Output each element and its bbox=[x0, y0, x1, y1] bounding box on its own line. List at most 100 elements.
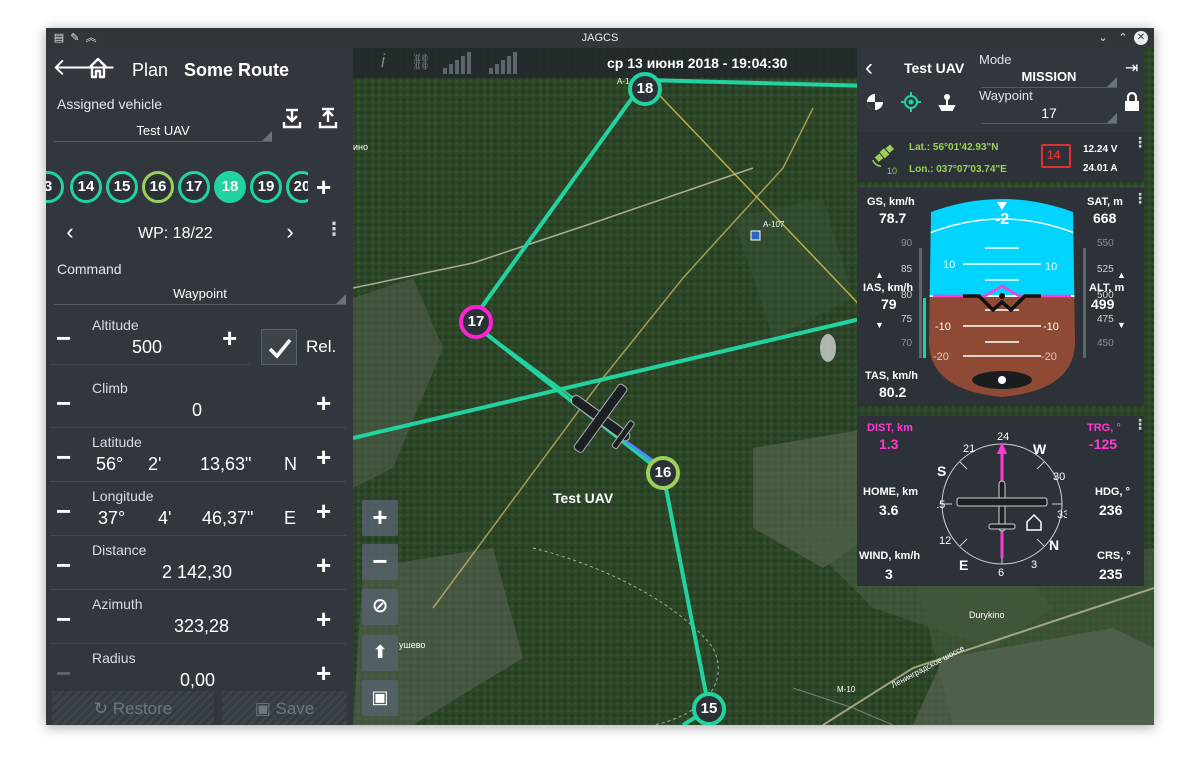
save-label: Save bbox=[275, 699, 315, 718]
waypoint-button[interactable]: 3 bbox=[46, 171, 64, 203]
save-button[interactable]: ▣ Save bbox=[222, 691, 347, 725]
climb-increment[interactable]: + bbox=[316, 390, 331, 416]
restore-button[interactable]: ↻ Restore bbox=[52, 691, 214, 725]
info-icon[interactable]: i bbox=[381, 51, 385, 72]
altitude-increment[interactable]: + bbox=[222, 325, 237, 351]
link-icon[interactable]: ⛓ bbox=[411, 52, 431, 72]
north-up-button[interactable]: ⬆ bbox=[362, 635, 398, 671]
map-waypoint-marker-target[interactable]: 17 bbox=[459, 305, 493, 339]
compass-mark: W bbox=[1033, 441, 1047, 457]
alt-tick: 550 bbox=[1097, 238, 1114, 249]
climb-value[interactable]: 0 bbox=[192, 400, 202, 421]
download-mission-icon[interactable] bbox=[280, 106, 304, 130]
speed-tick: 80 bbox=[901, 290, 913, 301]
speed-tick: 90 bbox=[901, 238, 913, 249]
azimuth-decrement[interactable]: − bbox=[56, 606, 71, 632]
map-waypoint-marker[interactable]: 18 bbox=[628, 72, 662, 106]
longitude-degrees[interactable]: 37° bbox=[98, 508, 125, 529]
distance-decrement[interactable]: − bbox=[56, 552, 71, 578]
waypoint-button-selected[interactable]: 18 bbox=[214, 171, 246, 203]
distance-increment[interactable]: + bbox=[316, 552, 331, 578]
place-label: ушево bbox=[399, 640, 425, 650]
mission-target-icon[interactable] bbox=[865, 92, 885, 112]
radius-increment[interactable]: + bbox=[316, 660, 331, 686]
waypoint-button[interactable]: 17 bbox=[178, 171, 210, 203]
azimuth-increment[interactable]: + bbox=[316, 606, 331, 632]
waypoint-button[interactable]: 14 bbox=[70, 171, 102, 203]
home-icon[interactable] bbox=[86, 56, 110, 80]
map-waypoint-marker-current[interactable]: 16 bbox=[646, 456, 680, 490]
prev-waypoint-icon[interactable]: ‹ bbox=[58, 220, 82, 244]
waypoint-button[interactable]: 19 bbox=[250, 171, 282, 203]
next-waypoint-icon[interactable]: › bbox=[278, 220, 302, 244]
longitude-hemisphere[interactable]: E bbox=[284, 508, 296, 529]
app-window: ▤ ✎ ︽ JAGCS ⌄ ⌃ ✕ 🡐 Plan Some Route Assi… bbox=[46, 28, 1154, 725]
latitude-seconds[interactable]: 13,63" bbox=[200, 454, 251, 475]
pfd-menu-icon[interactable]: ⋮ bbox=[1133, 191, 1147, 205]
ias-value: 79 bbox=[881, 296, 897, 312]
command-label: Command bbox=[57, 261, 122, 277]
maximize-icon[interactable]: ⌃ bbox=[1116, 31, 1130, 45]
waypoint-menu-icon[interactable]: ⋮ bbox=[325, 220, 343, 238]
command-select[interactable]: Waypoint bbox=[54, 283, 346, 305]
latitude-increment[interactable]: + bbox=[316, 444, 331, 470]
wind-label: WIND, km/h bbox=[859, 550, 921, 562]
longitude-minutes[interactable]: 4' bbox=[158, 508, 171, 529]
azimuth-value[interactable]: 323,28 bbox=[174, 616, 229, 637]
climb-decrement[interactable]: − bbox=[56, 390, 71, 416]
add-waypoint-button[interactable]: + bbox=[316, 174, 331, 200]
longitude-seconds[interactable]: 46,37" bbox=[202, 508, 253, 529]
distance-value[interactable]: 2 142,30 bbox=[162, 562, 232, 583]
distance-row: − Distance 2 142,30 + bbox=[50, 538, 346, 590]
logout-icon[interactable]: ⇥ bbox=[1125, 58, 1138, 78]
zoom-in-button[interactable]: + bbox=[362, 500, 398, 536]
relative-altitude-checkbox[interactable] bbox=[261, 329, 297, 365]
latitude-decrement[interactable]: − bbox=[56, 444, 71, 470]
minimize-icon[interactable]: ⌄ bbox=[1096, 31, 1110, 45]
latitude-label: Latitude bbox=[92, 434, 142, 450]
altitude-value[interactable]: 500 bbox=[132, 337, 162, 358]
pitch-label: 10 bbox=[1045, 261, 1057, 273]
compass-mark: S bbox=[937, 463, 946, 479]
road-label: А-107 bbox=[763, 220, 785, 229]
battery-icon: 14 bbox=[1041, 144, 1071, 168]
waypoint-button[interactable]: 15 bbox=[106, 171, 138, 203]
zoom-out-button[interactable]: − bbox=[362, 544, 398, 580]
gps-target-icon[interactable] bbox=[901, 92, 921, 112]
satellite-icon bbox=[872, 144, 894, 167]
latitude-degrees[interactable]: 56° bbox=[96, 454, 123, 475]
longitude-increment[interactable]: + bbox=[316, 498, 331, 524]
upload-mission-icon[interactable] bbox=[316, 106, 340, 130]
navigation-display: 24 W 30 33 N 3 6 E 12 15 S 21 DIST, km 1… bbox=[857, 416, 1147, 586]
map-layers-button[interactable]: ▣ bbox=[362, 680, 398, 716]
vehicle-select[interactable]: Test UAV bbox=[54, 120, 272, 142]
speed-trend-bar bbox=[923, 298, 926, 358]
waypoint-button-current[interactable]: 16 bbox=[142, 171, 174, 203]
mode-select[interactable]: MISSION bbox=[981, 66, 1117, 88]
joystick-icon[interactable] bbox=[937, 92, 957, 112]
restore-icon: ↻ bbox=[93, 699, 108, 718]
radius-value[interactable]: 0,00 bbox=[180, 670, 215, 691]
speed-tick: 85 bbox=[901, 264, 913, 275]
status-menu-icon[interactable]: ⋮ bbox=[1133, 135, 1147, 149]
crs-value: 235 bbox=[1099, 566, 1123, 582]
compass-mark: N bbox=[1049, 537, 1059, 553]
lock-icon[interactable] bbox=[1123, 92, 1141, 112]
roll-readout: -2 bbox=[995, 211, 1009, 228]
mode-value: MISSION bbox=[1021, 69, 1077, 84]
sat-value: 668 bbox=[1093, 210, 1117, 226]
close-icon[interactable]: ✕ bbox=[1134, 31, 1148, 45]
waypoint-select[interactable]: 17 bbox=[981, 102, 1117, 124]
title-bar: ▤ ✎ ︽ JAGCS ⌄ ⌃ ✕ bbox=[46, 28, 1154, 48]
altitude-decrement[interactable]: − bbox=[56, 325, 71, 351]
satellite-count: 10 bbox=[887, 166, 898, 176]
compass-needle-icon: ⬆ bbox=[372, 642, 388, 662]
latitude-minutes[interactable]: 2' bbox=[148, 454, 161, 475]
latitude-hemisphere[interactable]: N bbox=[284, 454, 297, 475]
nav-menu-icon[interactable]: ⋮ bbox=[1133, 417, 1147, 431]
map-waypoint-marker[interactable]: 15 bbox=[692, 692, 726, 725]
reset-rotation-button[interactable]: ⊘ bbox=[362, 589, 398, 625]
signal-strength-icon bbox=[443, 52, 471, 74]
collapse-vehicle-icon[interactable]: ‹ bbox=[865, 54, 873, 82]
longitude-decrement[interactable]: − bbox=[56, 498, 71, 524]
